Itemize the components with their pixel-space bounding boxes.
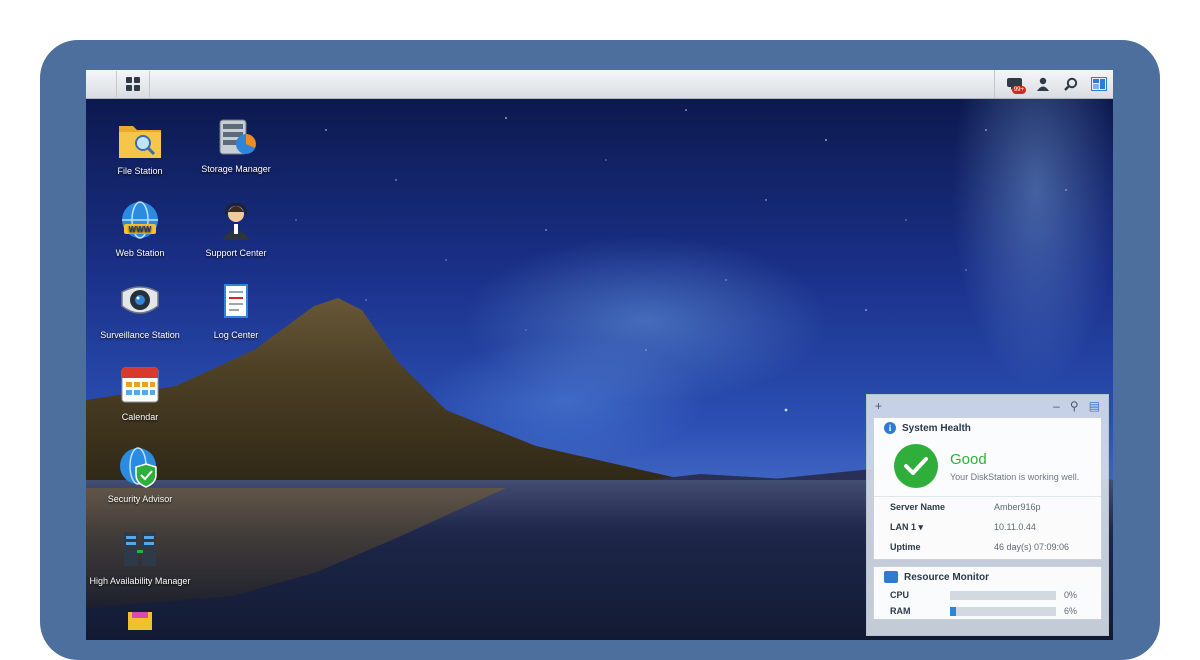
info-value: 10.11.0.44 [994,522,1036,532]
svg-text:WWW: WWW [129,225,152,234]
resource-monitor-header: Resource Monitor [874,567,1101,587]
info-key: Uptime [890,542,921,552]
widget-title: System Health [902,422,971,434]
usage-bar [950,590,1056,600]
user-button[interactable] [1029,70,1057,98]
app-icon [128,612,152,630]
desktop-icon-label: Surveillance Station [100,330,180,340]
desktop-icon-label: Web Station [115,248,165,258]
status-detail: Your DiskStation is working well. [950,471,1080,482]
desktop-icon-file-station[interactable]: File Station [85,118,195,177]
desktop-icon-storage-manager[interactable]: Storage Manager [181,116,291,175]
desktop-icon-partial[interactable] [85,610,195,634]
info-value: 46 day(s) 07:09:06 [994,542,1070,552]
minimize-icon[interactable]: – [1053,399,1060,413]
desktop-icon-support-center[interactable]: Support Center [181,200,291,259]
widgets-icon [1091,77,1107,91]
desktop-icon-label: Calendar [121,412,159,422]
info-icon: i [884,422,896,434]
desktop-icon-label: Storage Manager [201,164,271,174]
folder-search-icon [119,126,161,158]
calendar-icon [121,367,159,403]
health-status: Good Your DiskStation is working well. [874,438,1101,497]
globe-icon: WWW [122,201,158,239]
support-person-icon [222,202,250,240]
add-widget-icon[interactable]: + [875,399,882,413]
desktop-icon-label: Log Center [213,330,259,340]
system-health-header: i System Health [874,418,1101,438]
resource-key: RAM [890,606,911,616]
info-row: Uptime 46 day(s) 07:09:06 [874,537,1101,559]
notifications-button[interactable]: 99+ [1001,70,1029,98]
system-health-widget: i System Health Good Your DiskStation is… [873,417,1102,560]
storage-icon [219,119,256,155]
widgets-button[interactable] [1085,70,1113,98]
desktop-icon-web-station[interactable]: WWW Web Station [85,200,195,259]
widgets-panel: + – ⚲ ▤ i System Health Good Your DiskSt… [866,394,1109,636]
check-icon [894,444,938,488]
desktop-icon-log-center[interactable]: Log Center [181,282,291,341]
pin-icon[interactable]: ⚲ [1070,399,1079,413]
desktop-icon-label: Support Center [205,248,267,258]
monitor-icon [884,571,898,583]
servers-icon [124,532,156,566]
desktop-icon-label: Security Advisor [107,494,173,504]
camera-icon [121,286,159,314]
search-icon [1064,77,1078,91]
desktop-icon-calendar[interactable]: Calendar [85,364,195,423]
usage-percent: 6% [1064,606,1078,616]
search-button[interactable] [1057,70,1085,98]
taskbar-tray: 99+ [994,70,1113,98]
resource-key: CPU [890,590,910,600]
usage-bar [950,606,1056,616]
notification-badge: 99+ [1011,86,1026,94]
status-title: Good [950,450,987,468]
resource-row: CPU 0% [874,587,1101,603]
widget-title: Resource Monitor [904,571,990,583]
grid-icon [126,77,140,91]
desktop-icon-surveillance-station[interactable]: Surveillance Station [85,282,195,341]
user-icon [1037,77,1049,91]
info-row: LAN 1 ▾ 10.11.0.44 [874,517,1101,537]
info-key: Server Name [890,502,946,512]
taskbar: 99+ [86,70,1113,99]
info-value: Amber916p [994,502,1041,512]
desktop-icon-label: High Availability Manager [89,576,191,586]
info-row: Server Name Amber916p [874,497,1101,517]
log-document-icon [224,284,248,318]
widgets-toolbar: + – ⚲ ▤ [867,395,1108,417]
resource-row: RAM 6% [874,603,1101,619]
desktop-icon-security-advisor[interactable]: Security Advisor [85,446,195,505]
resource-monitor-widget: Resource Monitor CPU 0% RAM 6% [873,566,1102,620]
desktop-icon-high-availability-manager[interactable]: High Availability Manager [85,528,195,587]
lan-dropdown[interactable]: LAN 1 ▾ [890,522,994,533]
usage-percent: 0% [1064,590,1078,600]
shield-globe-icon [120,447,157,488]
main-menu-button[interactable] [116,71,150,97]
widget-settings-icon[interactable]: ▤ [1089,399,1100,413]
desktop-icon-label: File Station [117,166,163,176]
